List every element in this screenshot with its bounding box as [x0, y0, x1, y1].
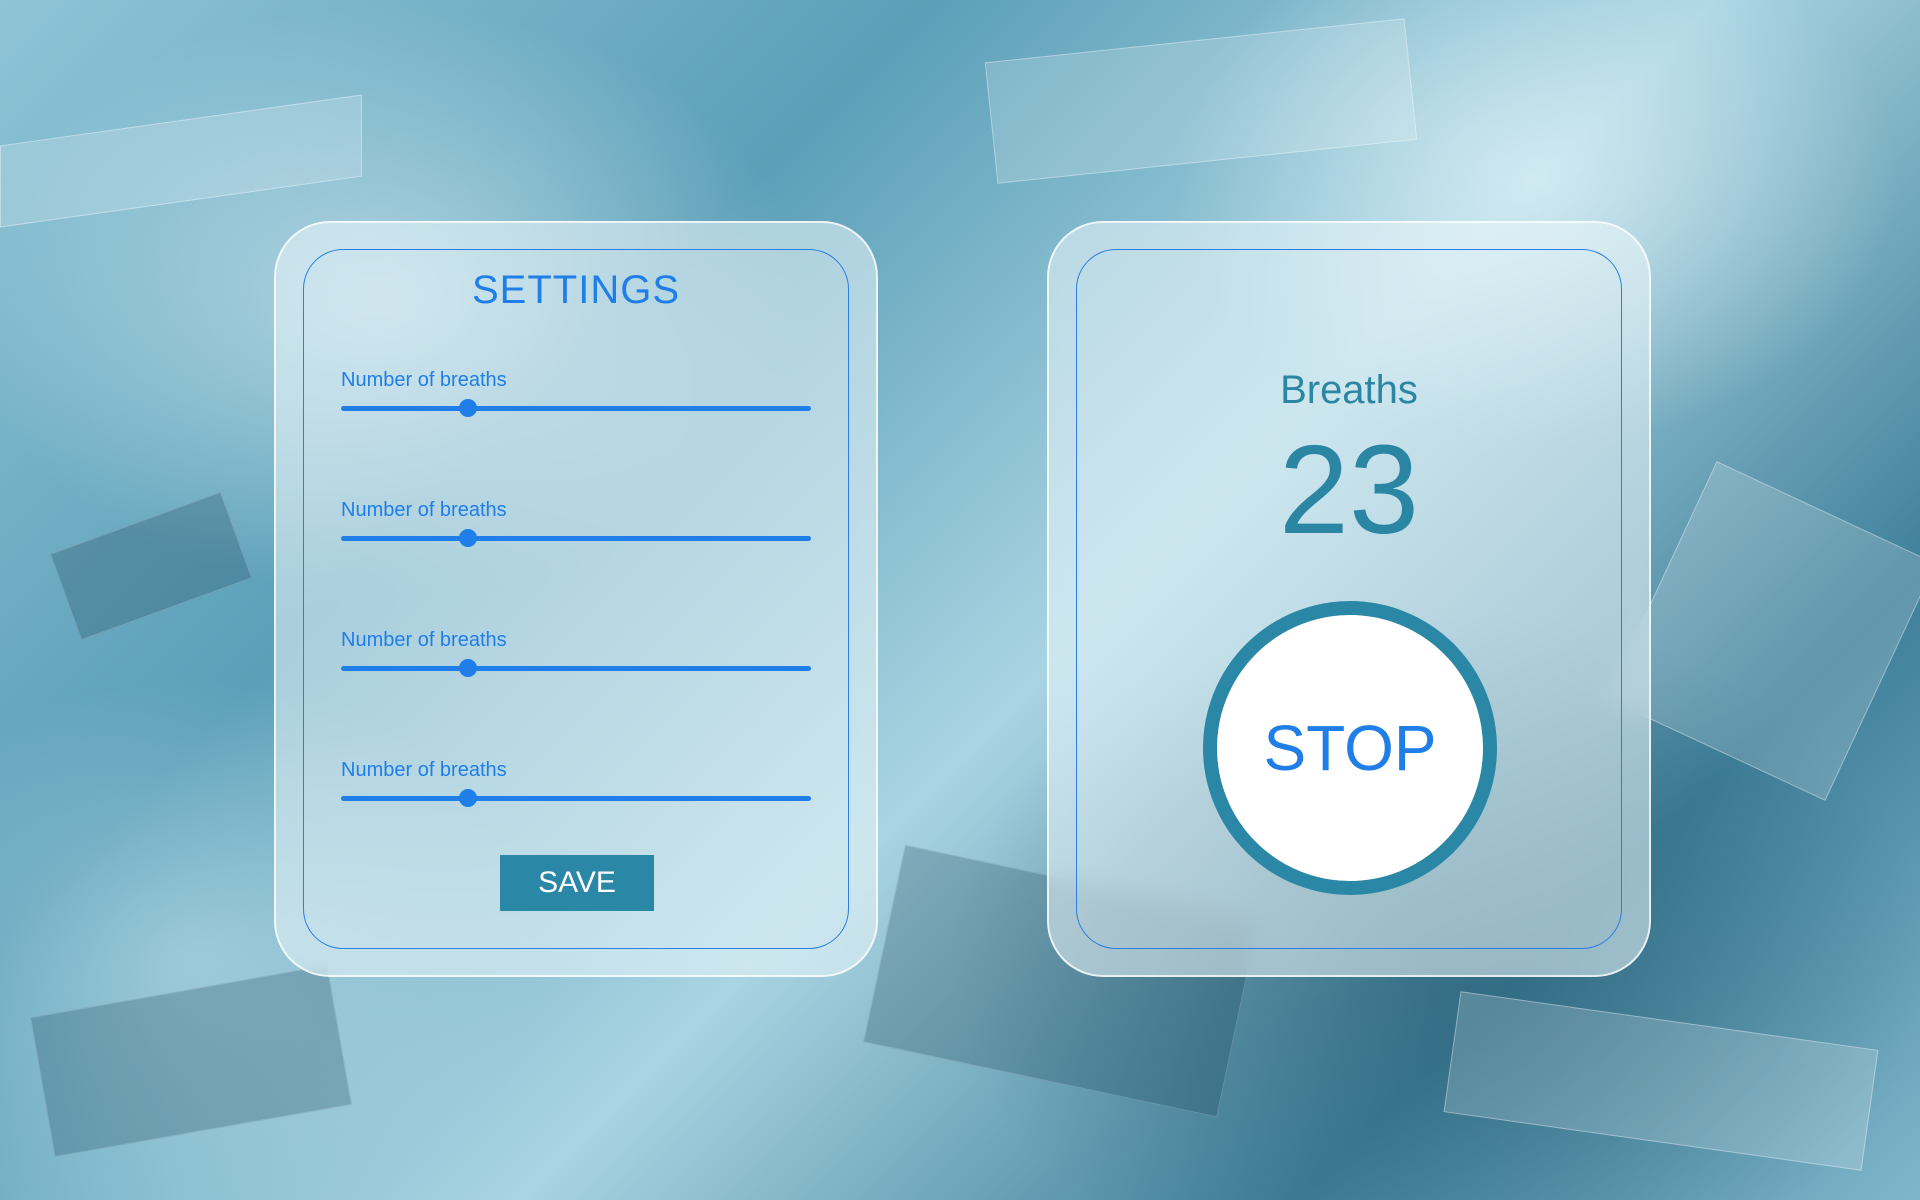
slider-track[interactable]	[341, 659, 811, 677]
ice-shard	[0, 94, 362, 228]
slider-thumb[interactable]	[458, 789, 477, 807]
ice-shard	[1443, 991, 1879, 1171]
slider-label: Number of breaths	[341, 369, 507, 391]
save-button[interactable]: SAVE	[500, 855, 654, 911]
breaths-count: 23	[1278, 419, 1420, 560]
ice-shard	[49, 491, 253, 641]
settings-title: SETTINGS	[471, 268, 681, 312]
ice-shard	[29, 964, 353, 1158]
slider-thumb[interactable]	[458, 399, 477, 417]
ice-shard	[1605, 461, 1920, 801]
settings-card-border	[303, 249, 849, 949]
ice-background: SETTINGS Number of breaths Number of bre…	[0, 0, 1920, 1200]
ice-shard	[984, 18, 1418, 184]
slider-label: Number of breaths	[341, 499, 507, 521]
breaths-label: Breaths	[1280, 368, 1418, 412]
stop-button[interactable]: STOP	[1203, 601, 1497, 895]
slider-thumb[interactable]	[458, 659, 477, 677]
slider-track[interactable]	[341, 399, 811, 417]
breaths-slider-2[interactable]: Number of breaths	[341, 498, 811, 547]
breaths-slider-1[interactable]: Number of breaths	[341, 368, 811, 417]
breaths-slider-3[interactable]: Number of breaths	[341, 628, 811, 677]
slider-track[interactable]	[341, 529, 811, 547]
breaths-slider-4[interactable]: Number of breaths	[341, 758, 811, 807]
slider-thumb[interactable]	[458, 529, 477, 547]
slider-label: Number of breaths	[341, 759, 507, 781]
slider-label: Number of breaths	[341, 629, 507, 651]
slider-track[interactable]	[341, 789, 811, 807]
